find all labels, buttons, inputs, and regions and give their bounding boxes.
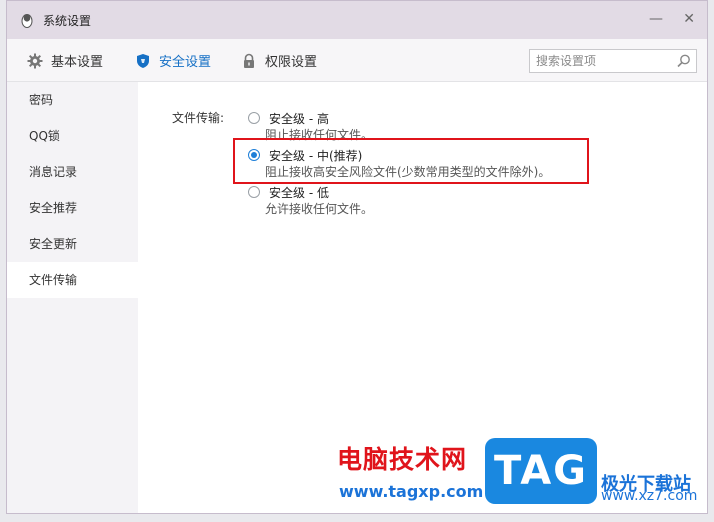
radio-button[interactable] bbox=[248, 186, 260, 198]
tab-permission-settings[interactable]: 权限设置 bbox=[241, 51, 317, 70]
sidebar-item-message-history[interactable]: 消息记录 bbox=[7, 154, 138, 190]
watermark: 电脑技术网 www.tagxp.com TAG 极光下载站 www.xz7.co… bbox=[337, 438, 709, 510]
tab-basic-settings[interactable]: 基本设置 bbox=[27, 51, 103, 70]
option-title: 安全级 - 中(推荐) bbox=[269, 149, 363, 163]
option-title: 安全级 - 低 bbox=[269, 186, 329, 200]
option-description: 阻止接收任何文件。 bbox=[265, 128, 374, 142]
close-button[interactable]: ✕ bbox=[683, 11, 695, 27]
watermark-text: 电脑技术网 bbox=[337, 445, 468, 474]
settings-window: 系统设置 — ✕ 基本设置 安全设置 权限设置 搜索设置项 密码 QQ锁 消息记… bbox=[6, 0, 708, 514]
file-transfer-label: 文件传输: bbox=[172, 111, 225, 125]
search-box[interactable] bbox=[529, 49, 697, 73]
sidebar-item-password[interactable]: 密码 bbox=[7, 82, 138, 118]
sidebar-item-security-update[interactable]: 安全更新 bbox=[7, 226, 138, 262]
gear-icon bbox=[27, 53, 43, 68]
watermark-url: www.tagxp.com bbox=[339, 482, 484, 501]
lock-icon bbox=[244, 53, 254, 68]
option-description: 允许接收任何文件。 bbox=[265, 202, 374, 216]
tab-label: 基本设置 bbox=[51, 55, 104, 70]
title-bar[interactable]: 系统设置 — ✕ bbox=[7, 1, 707, 39]
tab-label: 权限设置 bbox=[265, 55, 318, 70]
tab-label: 安全设置 bbox=[159, 55, 212, 70]
sidebar-item-qq-lock[interactable]: QQ锁 bbox=[7, 118, 138, 154]
shield-icon bbox=[137, 53, 149, 68]
option-description: 阻止接收高安全风险文件(少数常用类型的文件除外)。 bbox=[265, 165, 551, 179]
radio-button[interactable] bbox=[248, 112, 260, 124]
watermark-site-url: www.xz7.com bbox=[601, 488, 698, 504]
penguin-icon bbox=[21, 14, 33, 28]
radio-button[interactable] bbox=[248, 149, 260, 161]
option-title: 安全级 - 高 bbox=[269, 112, 329, 126]
sidebar-item-file-transfer[interactable]: 文件传输 bbox=[7, 262, 138, 298]
minimize-button[interactable]: — bbox=[649, 11, 663, 27]
sidebar: 密码 QQ锁 消息记录 安全推荐 安全更新 文件传输 bbox=[7, 82, 138, 513]
tab-security-settings[interactable]: 安全设置 bbox=[135, 51, 211, 70]
search-icon[interactable] bbox=[676, 53, 692, 69]
tag-logo: TAG bbox=[485, 438, 597, 504]
window-title: 系统设置 bbox=[43, 13, 92, 28]
search-input[interactable] bbox=[530, 50, 676, 72]
sidebar-item-security-recommend[interactable]: 安全推荐 bbox=[7, 190, 138, 226]
